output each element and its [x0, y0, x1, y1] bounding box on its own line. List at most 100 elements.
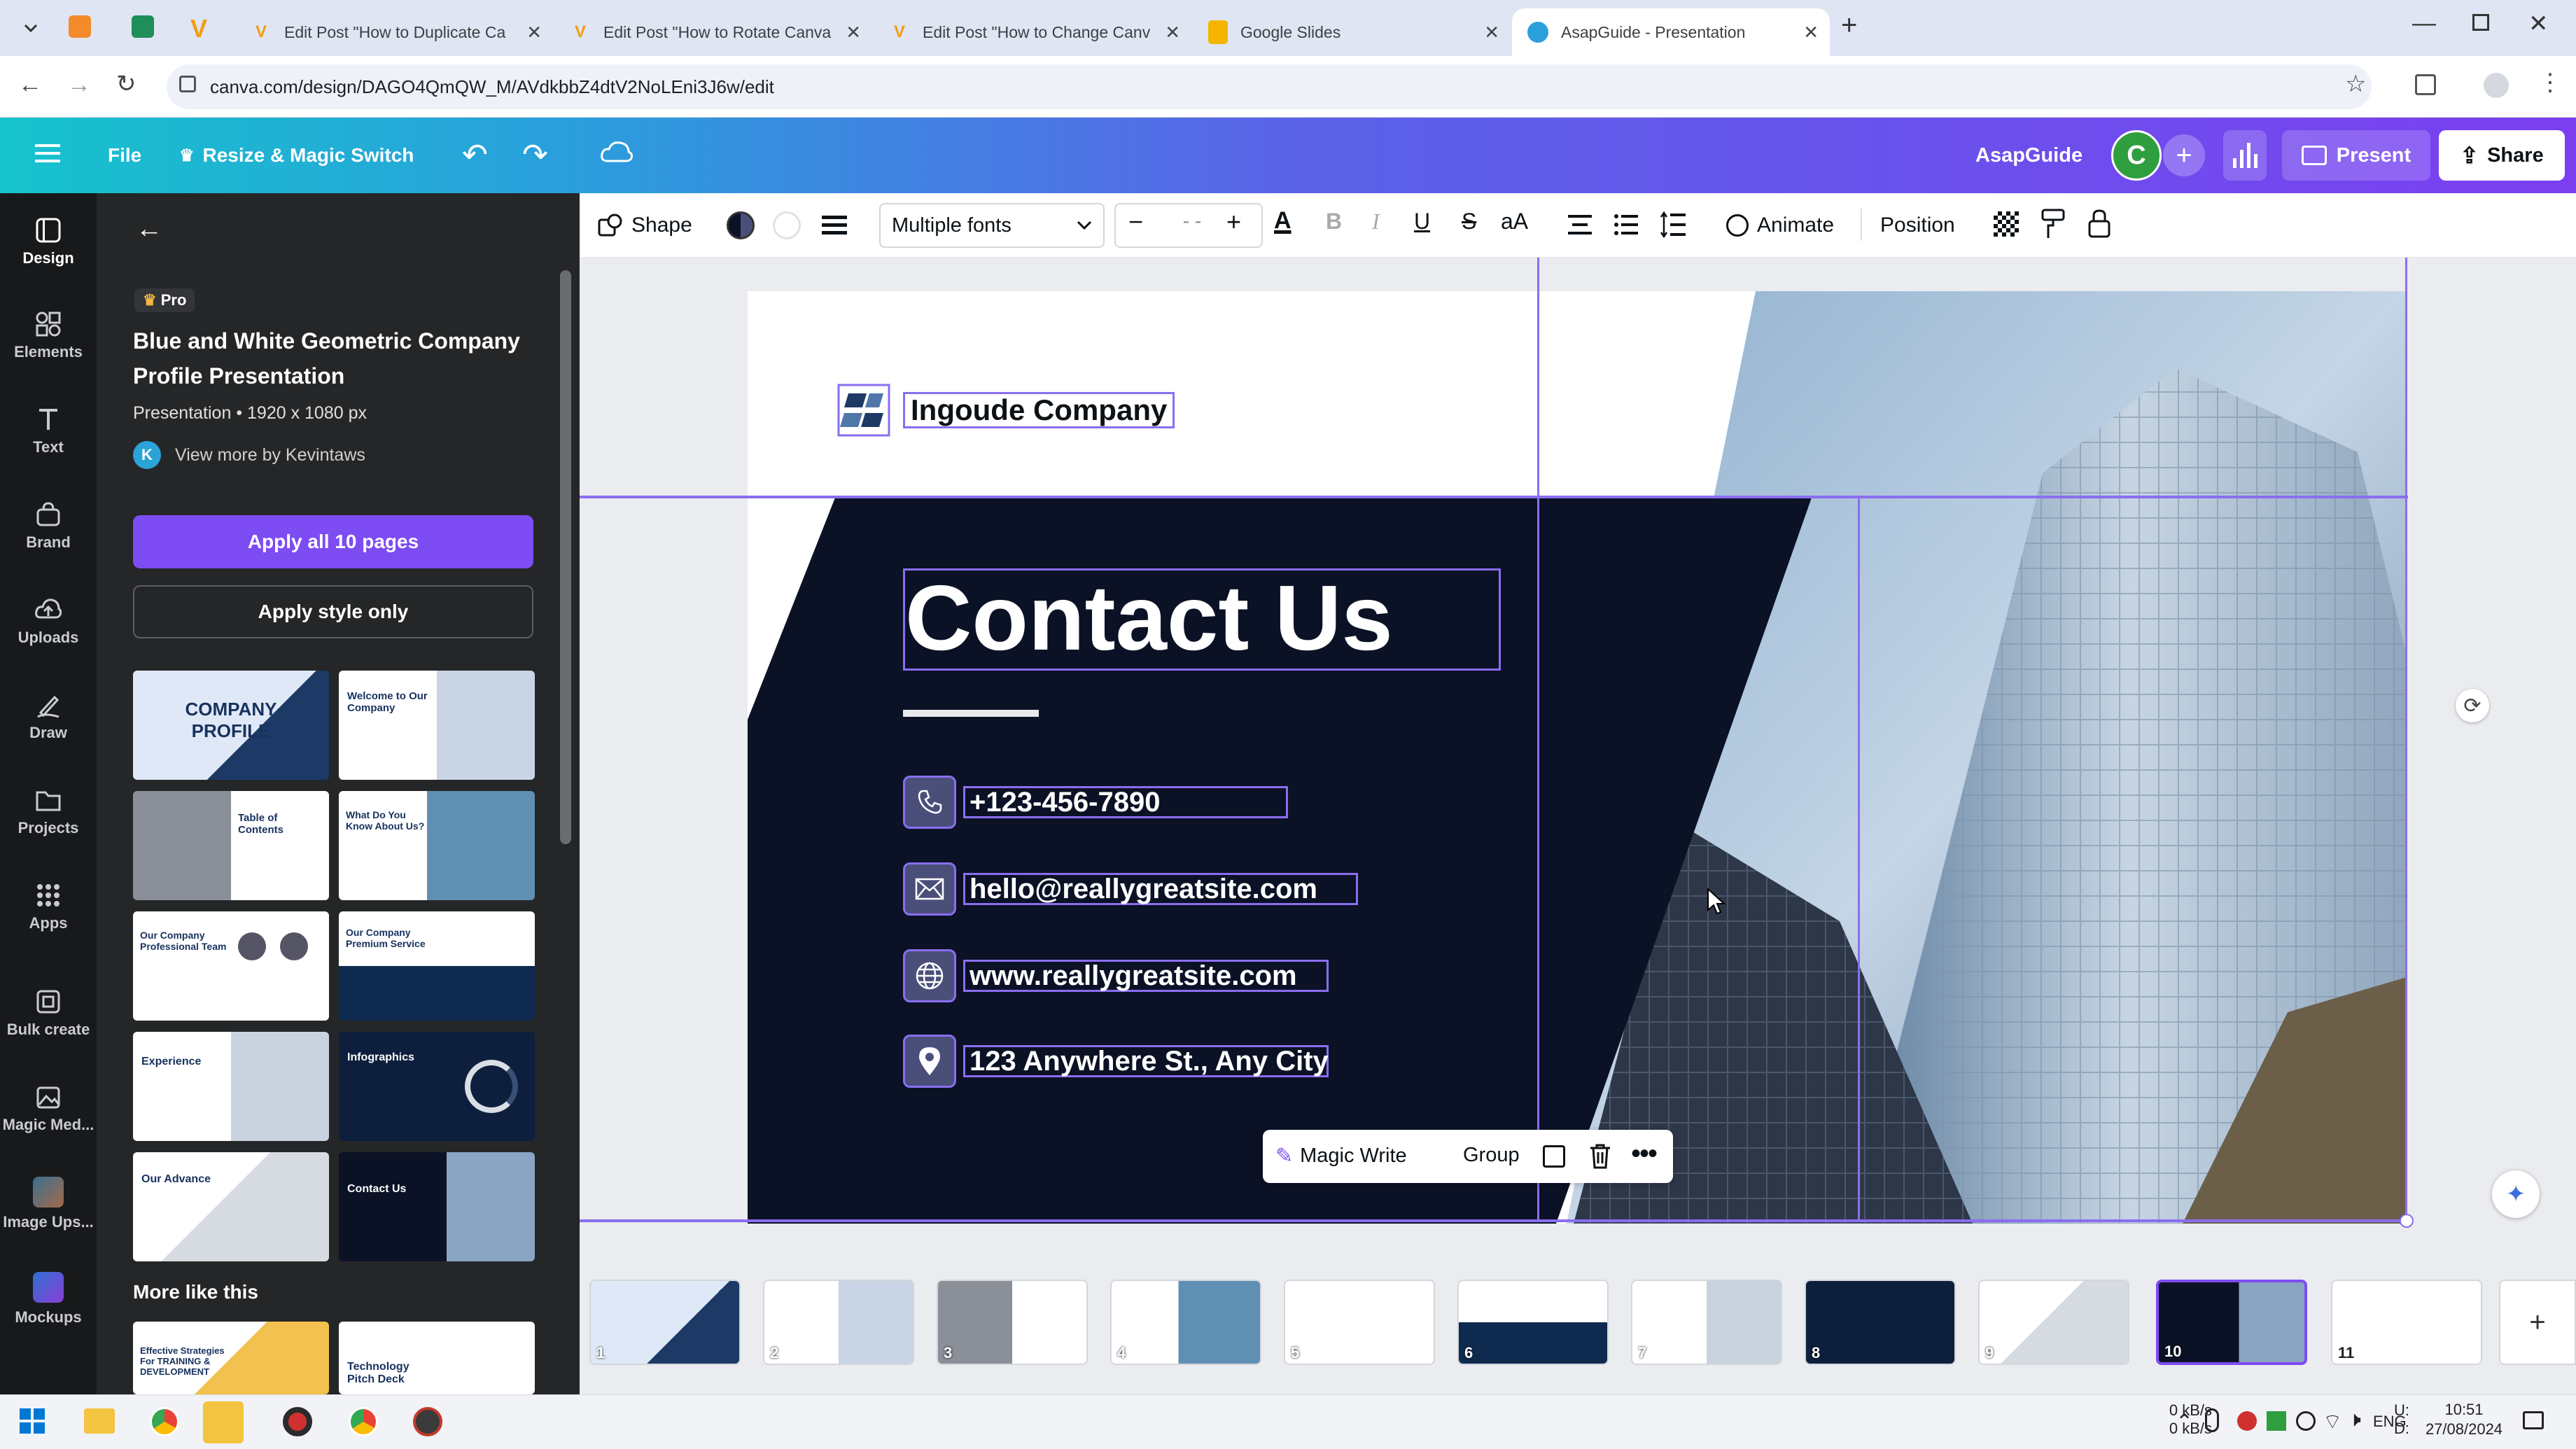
font-family-dropdown[interactable]: Multiple fonts: [879, 203, 1105, 248]
close-tab-icon[interactable]: ✕: [1165, 22, 1180, 43]
magic-write-button[interactable]: ✎ Magic Write: [1275, 1144, 1407, 1168]
rail-bulk-create[interactable]: Bulk create: [0, 972, 97, 1056]
pinned-tab-v-icon[interactable]: V: [190, 14, 207, 43]
team-name[interactable]: AsapGuide: [1975, 118, 2082, 193]
page-thumbnail-9[interactable]: 9: [1978, 1280, 2129, 1365]
page-thumbnail-4[interactable]: 4: [1110, 1280, 1261, 1365]
author-link[interactable]: View more by Kevintaws: [175, 445, 365, 465]
duplicate-icon[interactable]: [1543, 1145, 1565, 1168]
rotate-handle-icon[interactable]: ⟳: [2456, 689, 2489, 722]
back-arrow-icon[interactable]: ←: [18, 71, 42, 99]
rail-mockups[interactable]: Mockups: [0, 1257, 97, 1341]
add-page-plus-icon[interactable]: +: [2499, 1280, 2576, 1365]
rail-design[interactable]: Design: [0, 200, 97, 284]
page-thumbnail-2[interactable]: 2: [763, 1280, 914, 1365]
forward-arrow-icon[interactable]: →: [67, 71, 91, 99]
list-icon[interactable]: [1614, 214, 1638, 235]
rail-brand[interactable]: Brand: [0, 484, 97, 568]
close-tab-icon[interactable]: ✕: [1803, 22, 1819, 43]
volume-icon[interactable]: 🕨: [2348, 1408, 2361, 1432]
template-thumbnail[interactable]: Experience: [133, 1032, 329, 1141]
present-button[interactable]: Present: [2282, 130, 2430, 181]
apply-all-pages-button[interactable]: Apply all 10 pages: [133, 515, 533, 568]
file-explorer-icon[interactable]: [84, 1408, 115, 1434]
share-button[interactable]: ⇪ Share: [2439, 130, 2565, 181]
tab-google-slides[interactable]: Google Slides ✕: [1193, 8, 1511, 56]
font-size-input[interactable]: - -: [1162, 210, 1222, 232]
tab-change[interactable]: V Edit Post "How to Change Canv ✕: [874, 8, 1191, 56]
clock[interactable]: 10:51 27/08/2024: [2422, 1400, 2506, 1439]
template-thumbnail[interactable]: COMPANY PROFILE: [133, 671, 329, 780]
tray-app-icon[interactable]: [2237, 1411, 2257, 1431]
group-button[interactable]: Group: [1463, 1144, 1520, 1167]
reload-icon[interactable]: ↻: [116, 70, 136, 98]
windows-start-icon[interactable]: [20, 1408, 45, 1434]
language-indicator[interactable]: ENG: [2373, 1413, 2407, 1431]
pinned-tab-icon[interactable]: [69, 15, 91, 38]
phone-text[interactable]: +123-456-7890: [963, 786, 1288, 818]
resize-magic-switch-button[interactable]: ♛ Resize & Magic Switch: [179, 118, 414, 193]
rail-projects[interactable]: Projects: [0, 770, 97, 854]
page-thumbnail-8[interactable]: 8: [1805, 1280, 1956, 1365]
bookmark-star-icon[interactable]: ☆: [2345, 70, 2366, 98]
rail-apps[interactable]: Apps: [0, 865, 97, 949]
template-thumbnail[interactable]: Infographics: [339, 1032, 535, 1141]
panel-scrollbar[interactable]: [560, 270, 571, 844]
close-tab-icon[interactable]: ✕: [846, 22, 861, 43]
pinned-tab-icon[interactable]: [132, 15, 154, 38]
tab-rotate[interactable]: V Edit Post "How to Rotate Canva ✕: [554, 8, 872, 56]
phone-row[interactable]: +123-456-7890: [903, 776, 1288, 829]
template-thumbnail[interactable]: What Do You Know About Us?: [339, 791, 535, 900]
browser-menu-icon[interactable]: ⋮: [2538, 69, 2562, 97]
spacing-icon[interactable]: [1660, 211, 1686, 238]
microphone-icon[interactable]: [2205, 1408, 2219, 1432]
website-text[interactable]: www.reallygreatsite.com: [963, 960, 1329, 992]
notifications-icon[interactable]: [2523, 1411, 2544, 1429]
address-text[interactable]: 123 Anywhere St., Any City: [963, 1045, 1329, 1077]
rail-magic-media[interactable]: Magic Med...: [0, 1067, 97, 1151]
more-template-thumbnail[interactable]: Effective Strategies For TRAINING & DEVE…: [133, 1322, 329, 1394]
tray-app-icon[interactable]: [2267, 1411, 2286, 1431]
user-avatar[interactable]: C: [2111, 130, 2162, 181]
border-color-swatch[interactable]: [773, 211, 801, 239]
border-style-icon[interactable]: [822, 214, 847, 237]
close-tab-icon[interactable]: ✕: [1484, 22, 1499, 43]
slide-page[interactable]: Ingoude Company Contact Us +123-456-7890…: [748, 291, 2407, 1224]
minimize-icon[interactable]: —: [2412, 10, 2436, 37]
template-thumbnail[interactable]: Our Company Professional Team: [133, 911, 329, 1021]
increase-font-size-icon[interactable]: +: [1226, 207, 1241, 237]
rail-image-upscaler[interactable]: Image Ups...: [0, 1162, 97, 1246]
trash-icon[interactable]: [1589, 1144, 1611, 1169]
bold-icon[interactable]: B: [1326, 209, 1342, 234]
page-thumbnail-11[interactable]: 11: [2331, 1280, 2482, 1365]
page-thumbnail-7[interactable]: 7: [1631, 1280, 1782, 1365]
strikethrough-icon[interactable]: S: [1462, 209, 1476, 234]
template-thumbnail[interactable]: Welcome to Our Company: [339, 671, 535, 780]
tab-asapguide[interactable]: AsapGuide - Presentation ✕: [1512, 8, 1830, 56]
copy-style-icon[interactable]: [2041, 209, 2065, 239]
rail-draw[interactable]: Draw: [0, 675, 97, 759]
text-align-icon[interactable]: [1568, 214, 1592, 235]
restore-icon[interactable]: [2472, 14, 2489, 31]
close-tab-icon[interactable]: ✕: [526, 22, 542, 43]
invite-plus-icon[interactable]: +: [2163, 134, 2205, 176]
slide-heading[interactable]: Contact Us: [903, 568, 1501, 671]
transparency-icon[interactable]: [1994, 211, 2019, 237]
letter-case-icon[interactable]: aA: [1501, 209, 1528, 234]
fill-color-swatch[interactable]: [727, 211, 755, 239]
decrease-font-size-icon[interactable]: −: [1128, 207, 1143, 237]
chrome-icon[interactable]: [150, 1407, 179, 1436]
extensions-icon[interactable]: [2415, 74, 2436, 95]
italic-icon[interactable]: I: [1372, 209, 1380, 234]
insights-chart-icon[interactable]: [2223, 130, 2267, 181]
hamburger-menu-icon[interactable]: [35, 143, 60, 164]
underline-icon[interactable]: U: [1414, 209, 1430, 234]
rail-uploads[interactable]: Uploads: [0, 580, 97, 664]
address-row[interactable]: 123 Anywhere St., Any City: [903, 1035, 1329, 1088]
more-template-thumbnail[interactable]: Technology Pitch Deck: [339, 1322, 535, 1394]
profile-avatar[interactable]: [2484, 73, 2509, 98]
wifi-icon[interactable]: ⌔: [2323, 1408, 2342, 1435]
email-text[interactable]: hello@reallygreatsite.com: [963, 873, 1358, 905]
text-color-icon[interactable]: A: [1274, 207, 1292, 234]
sticky-notes-icon[interactable]: [203, 1401, 244, 1443]
